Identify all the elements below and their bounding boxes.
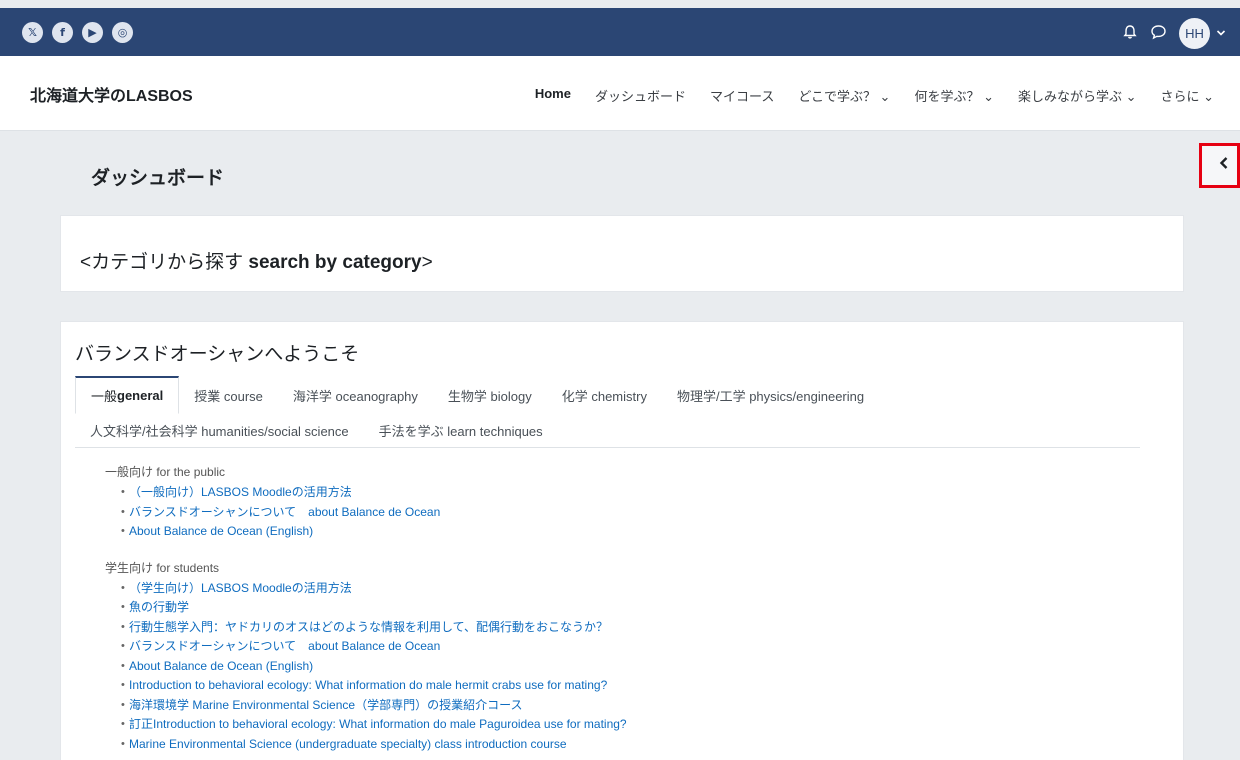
list-item[interactable]: 海洋環境学 Marine Environmental Science（学部専門）… — [105, 696, 1145, 716]
list-item[interactable]: Introduction to behavioral ecology: What… — [105, 676, 1145, 696]
list-item[interactable]: バランスドオーシャンについて about Balance de Ocean — [105, 503, 1145, 523]
students-section-heading: 学生向け for students — [105, 560, 220, 575]
tab-content-general: 一般向け for the public （一般向け）LASBOS Moodleの… — [105, 463, 1145, 754]
list-item[interactable]: 行動生態学入門：ヤドカリのオスはどのような情報を利用して、配偶行動をおこなうか？ — [105, 618, 1145, 638]
primary-nav: Home ダッシュボード マイコース どこで学ぶ？ ⌄ 何を学ぶ？ ⌄ 楽しみな… — [523, 86, 1226, 105]
tab-oceanography[interactable]: 海洋学 oceanography — [278, 376, 433, 414]
nav-home[interactable]: Home — [523, 86, 583, 105]
category-search-card: <カテゴリから探す search by category> — [60, 215, 1184, 292]
list-item[interactable]: 魚の行動学 — [105, 598, 1145, 618]
nav-my-courses[interactable]: マイコース — [698, 86, 786, 105]
nav-more[interactable]: さらに ⌄ — [1148, 86, 1226, 105]
public-links-list: （一般向け）LASBOS Moodleの活用方法 バランスドオーシャンについて … — [105, 483, 1145, 542]
avatar[interactable]: HH — [1179, 18, 1210, 49]
list-item[interactable]: 訂正Introduction to behavioral ecology: Wh… — [105, 715, 1145, 735]
tab-general[interactable]: 一般 general — [75, 376, 180, 414]
x-icon[interactable]: 𝕏 — [22, 22, 43, 43]
tab-course[interactable]: 授業 course — [179, 376, 278, 414]
nav-learn-with-fun[interactable]: 楽しみながら学ぶ ⌄ — [1006, 86, 1149, 105]
nav-dashboard[interactable]: ダッシュボード — [583, 86, 698, 105]
tab-physics-engineering[interactable]: 物理学/工学 physics/engineering — [662, 376, 879, 414]
list-item[interactable]: （学生向け）LASBOS Moodleの活用方法 — [105, 579, 1145, 599]
youtube-icon[interactable]: ▶ — [82, 22, 103, 43]
user-tools: HH — [1122, 18, 1226, 49]
main-navbar: 北海道大学のLASBOS Home ダッシュボード マイコース どこで学ぶ？ ⌄… — [0, 56, 1240, 131]
page-title: ダッシュボード — [91, 168, 225, 189]
tab-biology[interactable]: 生物学 biology — [433, 376, 547, 414]
chat-icon[interactable] — [1150, 24, 1167, 44]
block-drawer-toggle-button[interactable] — [1199, 143, 1240, 188]
bell-icon[interactable] — [1122, 24, 1138, 44]
student-links-list: （学生向け）LASBOS Moodleの活用方法 魚の行動学 行動生態学入門：ヤ… — [105, 579, 1145, 755]
facebook-icon[interactable]: f — [52, 22, 73, 43]
tab-row-2: 人文科学/社会科学 humanities/social science 手法を学… — [75, 414, 1140, 448]
category-search-title: <カテゴリから探す search by category> — [80, 252, 433, 273]
tab-row-1: 一般 general 授業 course 海洋学 oceanography 生物… — [75, 376, 1140, 414]
chevron-left-icon — [1219, 156, 1229, 175]
list-item[interactable]: About Balance de Ocean (English) — [105, 522, 1145, 542]
site-brand[interactable]: 北海道大学のLASBOS — [30, 82, 193, 106]
list-item[interactable]: Marine Environmental Science (undergradu… — [105, 735, 1145, 755]
category-tabs: 一般 general 授業 course 海洋学 oceanography 生物… — [75, 376, 1140, 448]
welcome-card: バランスドオーシャンへようこそ 一般 general 授業 course 海洋学… — [60, 321, 1184, 760]
nav-where-to-learn[interactable]: どこで学ぶ？ ⌄ — [786, 86, 902, 105]
tab-learn-techniques[interactable]: 手法を学ぶ learn techniques — [364, 414, 558, 447]
social-topbar: 𝕏 f ▶ ◎ HH — [0, 8, 1240, 56]
list-item[interactable]: バランスドオーシャンについて about Balance de Ocean — [105, 637, 1145, 657]
social-links: 𝕏 f ▶ ◎ — [22, 22, 133, 43]
welcome-title: バランスドオーシャンへようこそ — [75, 344, 360, 365]
tab-chemistry[interactable]: 化学 chemistry — [547, 376, 662, 414]
nav-what-to-learn[interactable]: 何を学ぶ？ ⌄ — [902, 86, 1006, 105]
list-item[interactable]: （一般向け）LASBOS Moodleの活用方法 — [105, 483, 1145, 503]
instagram-icon[interactable]: ◎ — [112, 22, 133, 43]
list-item[interactable]: About Balance de Ocean (English) — [105, 657, 1145, 677]
public-section-heading: 一般向け for the public — [105, 465, 226, 479]
user-menu-chevron-icon[interactable] — [1216, 28, 1226, 40]
tab-humanities-social-science[interactable]: 人文科学/社会科学 humanities/social science — [75, 414, 364, 447]
